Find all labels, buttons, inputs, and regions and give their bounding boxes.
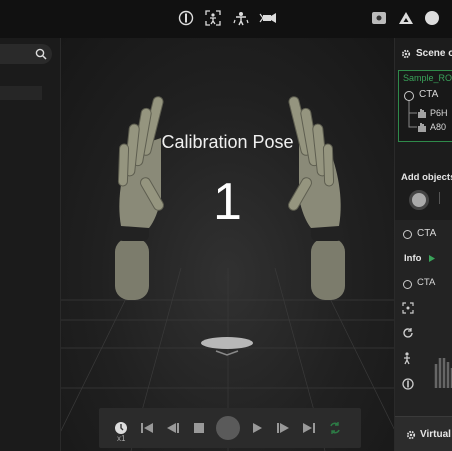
search-input[interactable] [0,44,52,64]
screenshot-icon[interactable] [370,9,388,27]
play-arrow-icon [429,255,435,262]
person-walk-icon[interactable] [402,352,414,365]
gear-icon [401,49,411,59]
playback-bar: x1 [99,408,361,448]
radio-icon [404,91,414,101]
body-tracking-icon[interactable] [204,9,222,27]
record-mode-icon[interactable] [177,9,195,27]
body-tracking-icon[interactable] [402,302,414,314]
step-forward-icon[interactable] [275,420,291,436]
hand-icon [418,109,426,118]
refresh-icon[interactable] [402,327,414,339]
add-objects-label: Add objects [401,172,452,183]
vive-logo-icon[interactable] [397,9,415,27]
retarget-icon[interactable] [232,9,250,27]
step-back-icon[interactable] [165,420,181,436]
scene-render [61,96,394,451]
tree-item-cta[interactable]: CTA [419,89,438,100]
list-item[interactable] [0,86,42,100]
calibration-pose-label: Calibration Pose [161,132,294,152]
tree-root-label[interactable]: Sample_RO [403,73,452,83]
divider [439,192,440,204]
scene-panel: Scene o Sample_RO CTA P6H A80 Add object… [394,38,452,451]
speed-label: x1 [117,434,126,443]
radio-icon [403,230,412,239]
scene-panel-title: Scene o [416,48,452,59]
3d-viewport[interactable]: Calibration Pose 1 x1 [61,38,394,451]
hand-preview-icon [434,358,452,388]
gear-icon [406,430,416,440]
radio-icon [403,280,412,289]
camera-icon[interactable] [259,9,277,27]
skip-forward-icon[interactable] [301,420,317,436]
add-object-button[interactable] [409,190,429,210]
hand-icon [418,123,426,132]
countdown-number: 1 [213,173,242,231]
stop-icon[interactable] [191,420,207,436]
info-label[interactable]: Info [404,253,421,264]
profile-icon[interactable] [423,9,441,27]
play-icon[interactable] [249,420,265,436]
scene-tree: Sample_RO CTA P6H A80 [398,70,452,142]
record-mode-icon[interactable] [402,378,414,390]
info-object-label: CTA [417,277,436,288]
tree-item-p6h[interactable]: P6H [430,108,448,118]
loop-icon[interactable] [327,420,343,436]
record-button-icon[interactable] [216,416,240,440]
skip-back-icon[interactable] [139,420,155,436]
tree-item-a80[interactable]: A80 [430,122,446,132]
search-icon [35,48,47,60]
selected-object-label[interactable]: CTA [417,228,436,239]
top-toolbar [0,0,452,39]
left-panel [0,38,61,451]
virtual-label: Virtual [420,429,451,440]
